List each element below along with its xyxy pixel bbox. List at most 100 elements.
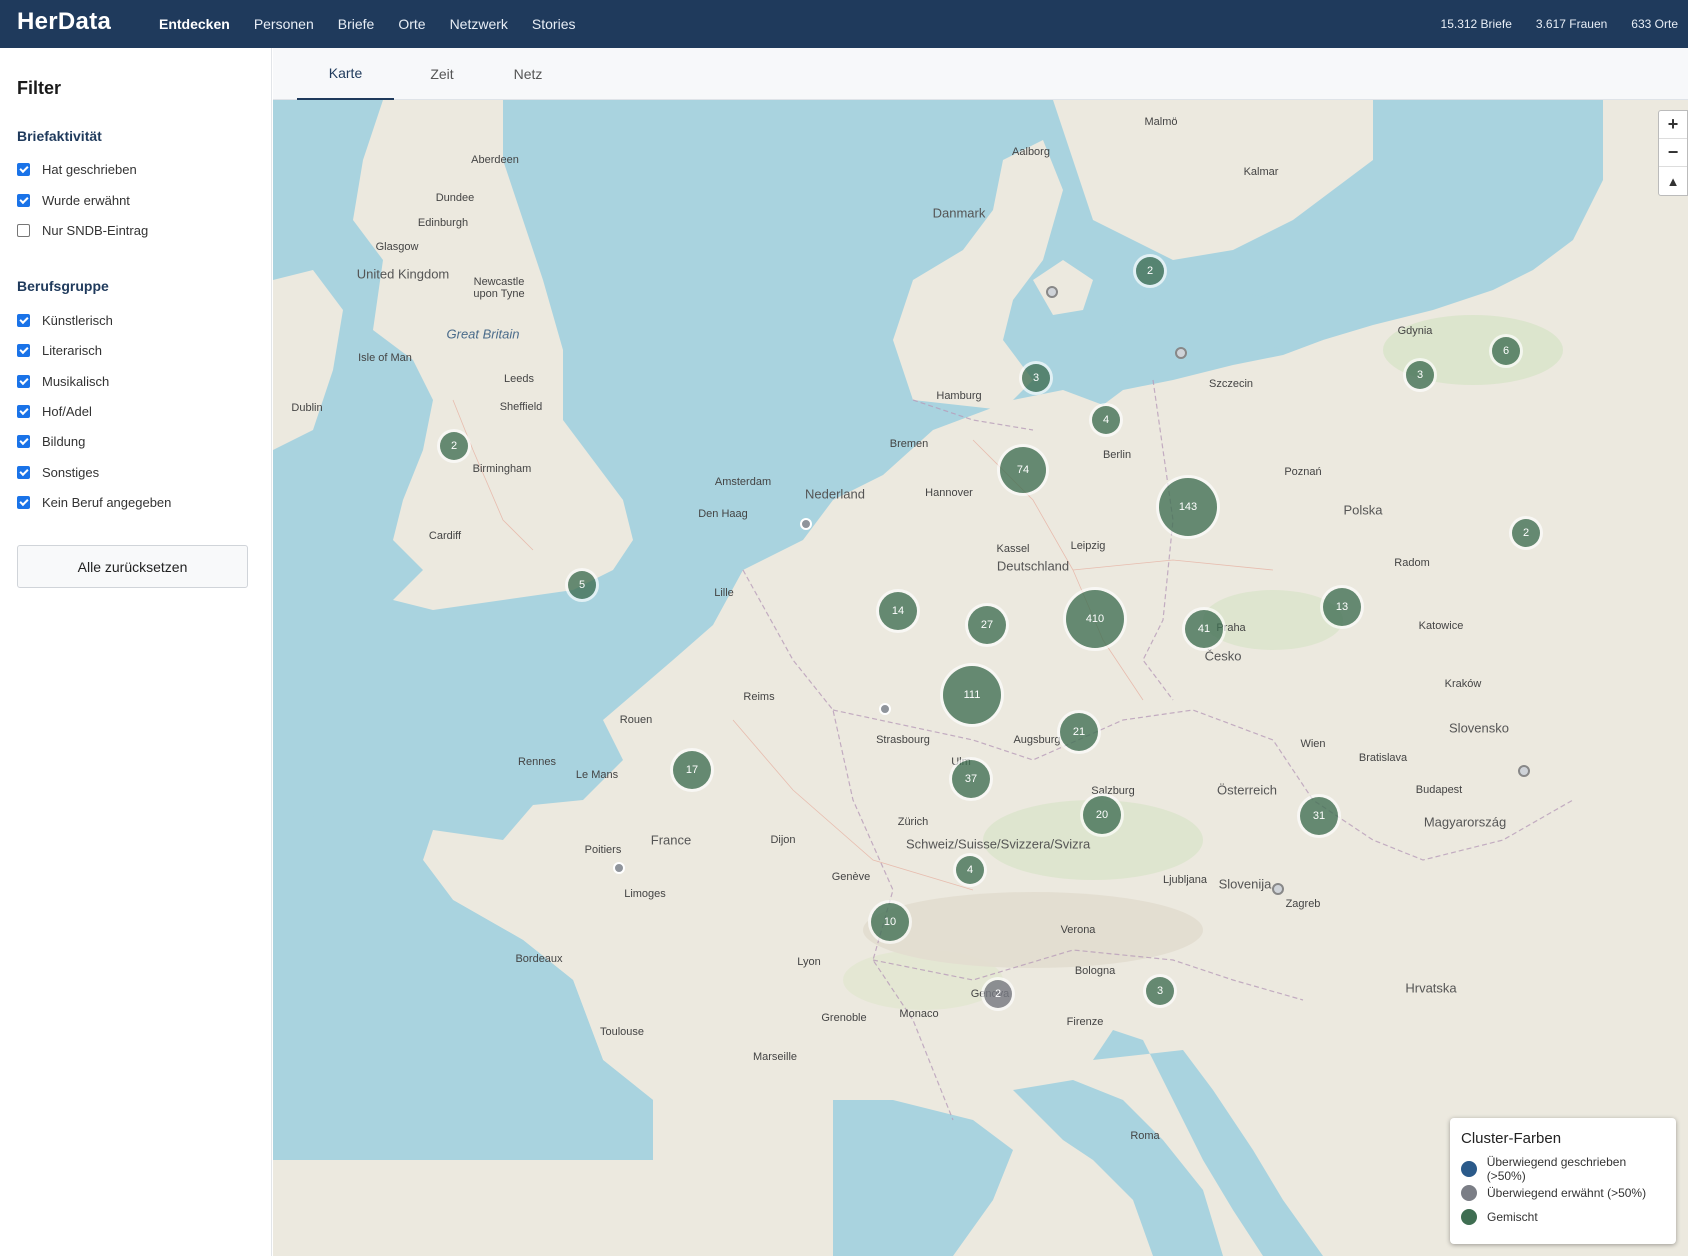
- nav-link-briefe[interactable]: Briefe: [338, 16, 375, 32]
- checkbox-wurde-erwaehnt[interactable]: Wurde erwähnt: [17, 190, 130, 210]
- label-city: Bologna: [1074, 965, 1116, 977]
- cluster-marker[interactable]: 2: [1136, 257, 1164, 285]
- place-marker[interactable]: [1046, 286, 1058, 298]
- checkbox-checked-icon[interactable]: [17, 162, 30, 176]
- cluster-marker[interactable]: 4: [1092, 406, 1120, 434]
- zoom-out-button[interactable]: −: [1659, 139, 1687, 167]
- checkbox-checked-icon[interactable]: [17, 343, 30, 357]
- map-view[interactable]: United Kingdom Danmark Nederland Deutsch…: [273, 100, 1688, 1256]
- checkbox-checked-icon[interactable]: [17, 465, 30, 479]
- tab-zeit[interactable]: Zeit: [411, 48, 473, 100]
- checkbox-kein-beruf[interactable]: Kein Beruf angegeben: [17, 492, 171, 512]
- cluster-marker[interactable]: 74: [1000, 447, 1046, 493]
- checkbox-kuenstlerisch[interactable]: Künstlerisch: [17, 310, 113, 330]
- label-cesko: Česko: [1204, 648, 1242, 664]
- checkbox-label: Kein Beruf angegeben: [42, 494, 172, 510]
- place-marker[interactable]: [1518, 765, 1530, 777]
- label-oesterreich: Österreich: [1217, 782, 1277, 798]
- reset-north-button[interactable]: ▲: [1659, 167, 1687, 195]
- label-city: Firenze: [1066, 1016, 1104, 1028]
- legend-swatch-gray: [1461, 1185, 1477, 1201]
- tab-karte[interactable]: Karte: [297, 48, 394, 100]
- label-city: Bremen: [889, 438, 929, 450]
- cluster-marker[interactable]: 143: [1159, 478, 1217, 536]
- cluster-marker[interactable]: 4: [956, 856, 984, 884]
- label-city: Hamburg: [936, 390, 982, 402]
- label-great-britain: Great Britain: [446, 326, 520, 342]
- top-navbar: HerData Entdecken Personen Briefe Orte N…: [0, 0, 1688, 48]
- label-city: Bratislava: [1358, 752, 1408, 764]
- checkbox-sonstiges[interactable]: Sonstiges: [17, 462, 99, 482]
- label-city: Dijon: [770, 834, 796, 846]
- place-marker[interactable]: [1175, 347, 1187, 359]
- zoom-in-button[interactable]: +: [1659, 111, 1687, 139]
- cluster-marker[interactable]: 111: [943, 666, 1001, 724]
- cluster-marker[interactable]: 410: [1066, 590, 1124, 648]
- brand-logo[interactable]: HerData: [17, 8, 111, 36]
- stat-places: 633 Orte: [1631, 17, 1678, 31]
- scandinavia-shape: [1053, 100, 1373, 260]
- checkbox-checked-icon[interactable]: [17, 313, 30, 327]
- cluster-marker[interactable]: 3: [1146, 977, 1174, 1005]
- checkbox-musikalisch[interactable]: Musikalisch: [17, 371, 109, 391]
- cluster-marker[interactable]: 41: [1185, 610, 1223, 648]
- cluster-marker[interactable]: 20: [1083, 796, 1121, 834]
- checkbox-unchecked-icon[interactable]: [17, 223, 30, 237]
- cluster-marker[interactable]: 37: [952, 760, 990, 798]
- label-city: Reims: [743, 691, 775, 703]
- checkbox-label: Sonstiges: [42, 464, 100, 480]
- checkbox-bildung[interactable]: Bildung: [17, 431, 85, 451]
- cluster-marker[interactable]: 2: [1512, 519, 1540, 547]
- place-marker[interactable]: [879, 703, 891, 715]
- cluster-marker[interactable]: 17: [673, 751, 711, 789]
- nav-link-orte[interactable]: Orte: [398, 16, 425, 32]
- ireland-shape: [273, 270, 343, 450]
- nav-link-personen[interactable]: Personen: [254, 16, 314, 32]
- checkbox-checked-icon[interactable]: [17, 374, 30, 388]
- checkbox-checked-icon[interactable]: [17, 434, 30, 448]
- cluster-marker[interactable]: 31: [1300, 797, 1338, 835]
- label-city: Hannover: [925, 487, 973, 499]
- checkbox-label: Literarisch: [42, 342, 102, 358]
- nav-link-netzwerk[interactable]: Netzwerk: [450, 16, 508, 32]
- cluster-marker[interactable]: 27: [968, 606, 1006, 644]
- checkbox-checked-icon[interactable]: [17, 404, 30, 418]
- cluster-marker[interactable]: 14: [879, 592, 917, 630]
- cluster-marker[interactable]: 13: [1323, 588, 1361, 626]
- place-marker[interactable]: [1272, 883, 1284, 895]
- label-city: Marseille: [752, 1051, 798, 1063]
- cluster-marker[interactable]: 3: [1406, 361, 1434, 389]
- cluster-marker[interactable]: 5: [568, 571, 596, 599]
- checkbox-hof-adel[interactable]: Hof/Adel: [17, 401, 92, 421]
- place-marker[interactable]: [613, 862, 625, 874]
- label-city: Kassel: [996, 543, 1030, 555]
- checkbox-label: Musikalisch: [42, 373, 110, 389]
- cluster-marker[interactable]: 2: [984, 980, 1012, 1008]
- filter-sidebar: Filter Briefaktivität Hat geschrieben Wu…: [0, 48, 272, 1256]
- place-marker[interactable]: [800, 518, 812, 530]
- cluster-marker[interactable]: 3: [1022, 364, 1050, 392]
- reset-filters-button[interactable]: Alle zurücksetzen: [17, 545, 248, 588]
- label-city: Edinburgh: [417, 217, 469, 229]
- label-city: Newcastle upon Tyne: [473, 276, 525, 300]
- cluster-marker[interactable]: 2: [440, 432, 468, 460]
- checkbox-nur-sndb[interactable]: Nur SNDB-Eintrag: [17, 220, 148, 240]
- legend-title: Cluster-Farben: [1461, 1130, 1562, 1147]
- cluster-marker[interactable]: 21: [1060, 713, 1098, 751]
- label-magyarorszag: Magyarország: [1423, 814, 1507, 830]
- checkbox-hat-geschrieben[interactable]: Hat geschrieben: [17, 159, 137, 179]
- cluster-marker[interactable]: 10: [871, 903, 909, 941]
- checkbox-checked-icon[interactable]: [17, 495, 30, 509]
- label-city: Poznań: [1284, 466, 1322, 478]
- label-united-kingdom: United Kingdom: [356, 266, 450, 282]
- nav-link-entdecken[interactable]: Entdecken: [159, 16, 230, 32]
- cluster-marker[interactable]: 6: [1492, 337, 1520, 365]
- label-city: Aalborg: [1012, 146, 1050, 158]
- label-city: Genève: [831, 871, 871, 883]
- label-city: Verona: [1060, 924, 1096, 936]
- checkbox-literarisch[interactable]: Literarisch: [17, 340, 102, 360]
- checkbox-checked-icon[interactable]: [17, 193, 30, 207]
- tab-netz[interactable]: Netz: [497, 48, 559, 100]
- label-city: Roma: [1130, 1130, 1160, 1142]
- nav-link-stories[interactable]: Stories: [532, 16, 576, 32]
